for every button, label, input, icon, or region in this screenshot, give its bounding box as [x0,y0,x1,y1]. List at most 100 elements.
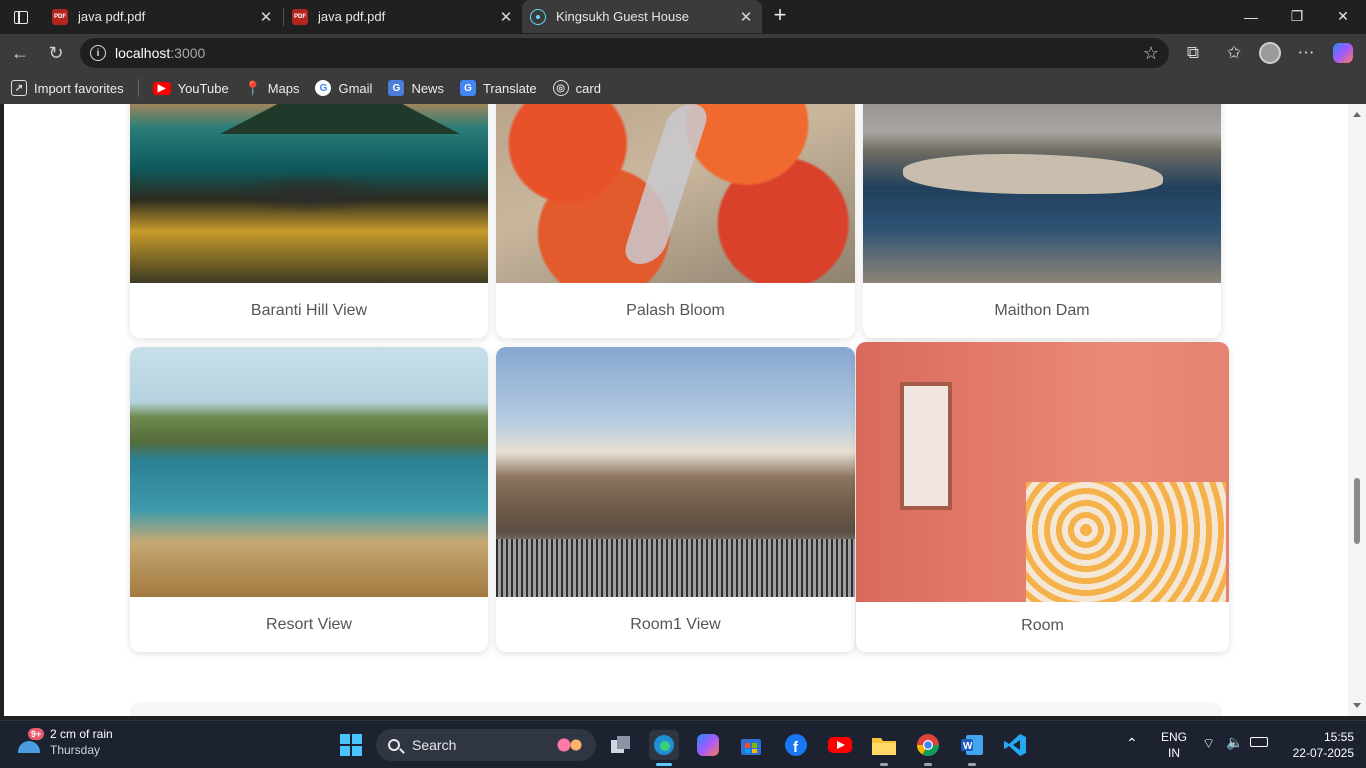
pdf-icon: PDF [292,8,308,25]
url-text: localhost:3000 [115,45,206,61]
site-info-icon[interactable]: i [90,45,106,61]
scroll-down-icon[interactable] [1353,703,1361,708]
folder-icon [872,738,896,755]
scroll-up-icon[interactable] [1353,112,1361,117]
weather-widget[interactable]: 9+ 2 cm of rain Thursday [16,727,113,757]
close-window-button[interactable]: ✕ [1320,0,1366,33]
gallery-card-room1-view[interactable]: Room1 View [496,347,855,652]
favorite-star-icon[interactable]: ☆ [1143,43,1159,64]
extensions-icon[interactable]: ⧉ [1180,41,1206,65]
search-highlight-icon [548,735,588,755]
gallery-card-room[interactable]: Room [856,342,1229,652]
gallery-image [496,104,855,283]
favorite-translate[interactable]: G Translate [459,80,537,96]
wifi-icon[interactable]: ⌔ [1202,735,1215,753]
weather-title: 2 cm of rain [50,727,113,741]
copilot-icon [697,734,719,756]
close-tab-icon[interactable]: ✕ [736,7,756,27]
tab-strip: PDF java pdf.pdf ✕ PDF java pdf.pdf ✕ Ki… [0,0,1366,34]
minimize-button[interactable]: — [1228,0,1274,33]
favorites-bar: ↗ Import favorites ▶ YouTube 📍 Maps G Gm… [0,72,1366,104]
address-bar[interactable]: i localhost:3000 ☆ [80,38,1169,68]
gallery-card-palash-bloom[interactable]: Palash Bloom [496,104,855,338]
start-button[interactable] [336,730,366,760]
pdf-icon: PDF [52,8,68,25]
tab-java-pdf-1[interactable]: PDF java pdf.pdf ✕ [44,0,282,33]
gallery-image [496,347,855,597]
gallery-caption: Room1 View [630,616,721,633]
taskbar-search[interactable]: Search [376,729,596,761]
chrome-icon [917,734,939,756]
taskbar-facebook[interactable]: f [781,730,811,760]
windows-taskbar: 9+ 2 cm of rain Thursday Search f W ⌃ EN… [0,720,1366,768]
taskbar-chrome[interactable] [913,730,943,766]
globe-icon: ◎ [552,80,569,96]
profile-button[interactable] [1257,41,1283,65]
show-hidden-icons-button[interactable]: ⌃ [1126,735,1138,752]
taskbar-store[interactable] [736,730,766,760]
page-scrollbar[interactable] [1348,104,1366,716]
clock-date: 22-07-2025 [1292,746,1354,760]
taskbar-copilot[interactable] [693,730,723,760]
favorite-label: News [411,80,444,96]
battery-icon[interactable] [1250,736,1268,750]
favorites-icon[interactable]: ✩ [1221,41,1247,65]
taskbar-youtube[interactable] [825,730,855,760]
umbrella-icon: 9+ [16,728,45,755]
restore-button[interactable]: ❐ [1274,0,1320,33]
search-label: Search [412,737,457,753]
next-section-card [130,702,1222,716]
volume-icon[interactable]: 🔈 [1226,734,1243,751]
gallery-caption: Maithon Dam [994,302,1090,319]
task-view-button[interactable] [606,730,636,760]
avatar [1259,42,1281,64]
store-icon [741,739,761,755]
close-tab-icon[interactable]: ✕ [256,7,276,27]
gallery-image [856,342,1229,602]
gallery-caption: Baranti Hill View [250,302,368,319]
favorite-label: YouTube [177,80,229,96]
clock[interactable]: 15:55 22-07-2025 [1284,730,1354,760]
refresh-button[interactable]: ↻ [42,40,70,66]
gallery-caption: Resort View [266,616,352,633]
back-button[interactable]: ← [6,40,34,66]
favorite-maps[interactable]: 📍 Maps [243,79,300,96]
favorite-import[interactable]: ↗ Import favorites [11,80,124,96]
vscode-icon [1004,734,1026,756]
favorite-label: Maps [267,80,300,96]
windows-icon [340,734,362,756]
notification-badge: 9+ [28,728,45,740]
copilot-button[interactable] [1330,41,1356,65]
taskbar-vscode[interactable] [1000,730,1030,760]
favorite-gmail[interactable]: G Gmail [315,80,372,96]
new-tab-button[interactable]: + [768,4,792,28]
gallery-card-baranti-hill-view[interactable]: Baranti Hill View [130,104,488,338]
favorite-news[interactable]: G News [388,80,444,96]
tab-actions-button[interactable] [8,5,34,29]
edge-icon [654,735,674,755]
taskbar-word[interactable]: W [957,730,987,766]
gallery-card-maithon-dam[interactable]: Maithon Dam [863,104,1221,338]
favorite-youtube[interactable]: ▶ YouTube [152,80,229,96]
google-icon: G [315,80,332,96]
youtube-icon: ▶ [152,81,171,95]
close-tab-icon[interactable]: ✕ [496,7,516,27]
more-options-icon[interactable]: ⋯ [1293,41,1319,65]
gallery-image [863,104,1221,283]
task-view-icon [611,736,630,753]
taskbar-edge[interactable] [649,730,679,766]
translate-icon: G [459,80,476,96]
maps-icon: 📍 [243,79,262,96]
favorite-card[interactable]: ◎ card [552,80,601,96]
youtube-icon [828,737,852,753]
tab-kingsukh-guest-house[interactable]: Kingsukh Guest House ✕ [522,0,762,33]
language-indicator[interactable]: ENG IN [1158,730,1190,760]
gallery-image [130,104,488,283]
tab-java-pdf-2[interactable]: PDF java pdf.pdf ✕ [284,0,522,33]
import-icon: ↗ [11,80,27,96]
favorite-label: Import favorites [34,80,124,96]
facebook-icon: f [785,734,807,756]
gallery-card-resort-view[interactable]: Resort View [130,347,488,652]
scrollbar-thumb[interactable] [1354,478,1360,544]
taskbar-file-explorer[interactable] [869,730,899,766]
